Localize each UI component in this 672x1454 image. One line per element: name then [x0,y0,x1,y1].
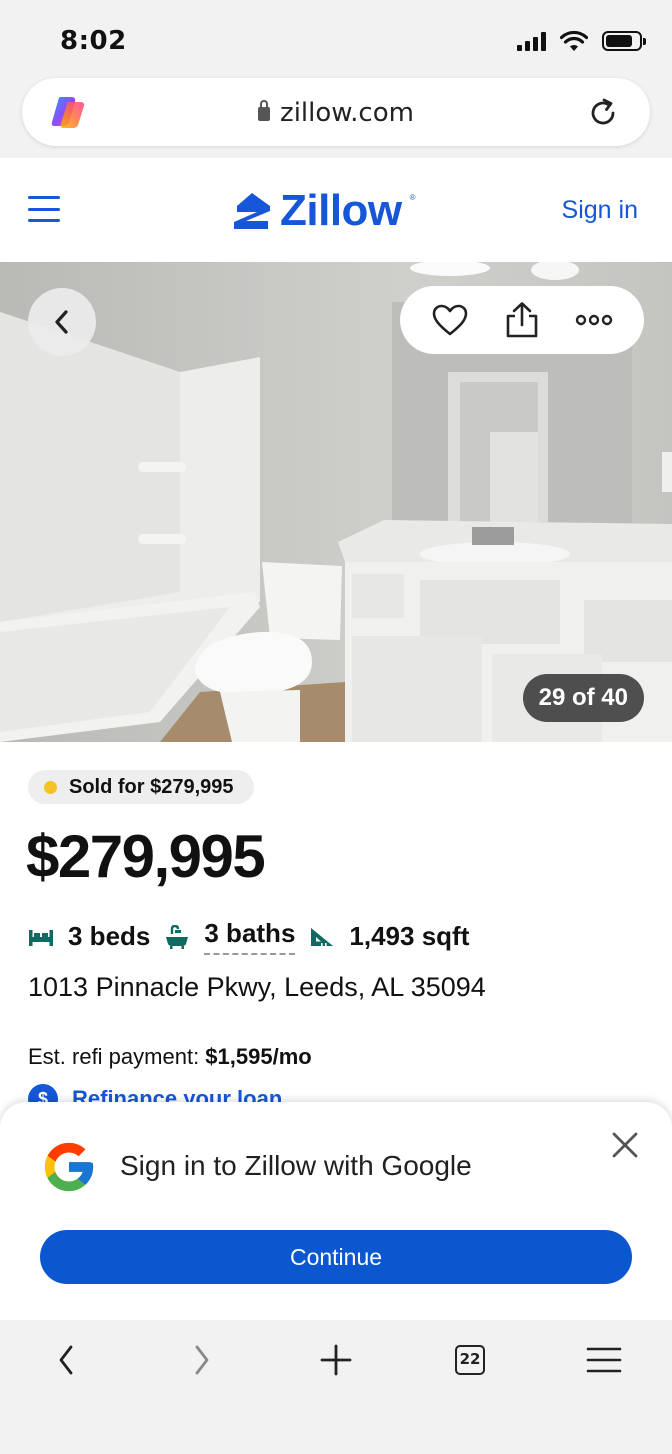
status-badge: Sold for $279,995 [28,770,254,804]
status-icons [517,30,646,52]
listing-price: $279,995 [26,823,266,890]
photo-counter: 29 of 40 [522,674,644,722]
bed-icon [29,929,53,946]
status-bar: 8:02 [0,0,672,76]
share-icon [506,302,538,338]
menu-icon [586,1347,622,1373]
status-badge-text: Sold for $279,995 [69,775,234,798]
zillow-logo-icon [234,193,270,229]
google-sheet-title: Sign in to Zillow with Google [120,1150,472,1181]
browser-back-button[interactable] [36,1338,96,1382]
more-options-button[interactable] [574,300,614,340]
browser-forward-button[interactable] [172,1338,232,1382]
listing-photo[interactable]: 29 of 40 [0,262,672,742]
refi-payment: Est. refi payment: $1,595/mo [28,1044,312,1070]
chevron-right-icon [195,1345,209,1375]
continue-button[interactable]: Continue [40,1230,632,1284]
status-time: 8:02 [60,26,127,56]
close-icon[interactable] [610,1130,640,1160]
url-text: zillow.com [280,98,414,128]
refi-value: $1,595/mo [205,1044,312,1069]
tabs-count: 22 [455,1345,485,1375]
zillow-logo[interactable]: Zillow ® [232,186,416,236]
browser-address-area: zillow.com [0,76,672,158]
beds-text: 3 beds [68,921,151,951]
back-button[interactable] [28,288,96,356]
sign-in-link[interactable]: Sign in [562,196,638,225]
status-dot-icon [44,780,57,794]
more-icon [575,314,613,326]
share-button[interactable] [502,300,542,340]
listing-facts: 3 beds 3 baths 1,493 sqft [28,918,483,955]
chevron-left-icon [55,310,68,334]
sqft-fact: 1,493 sqft [309,921,469,952]
wifi-icon [560,30,588,51]
listing-address: 1013 Pinnacle Pkwy, Leeds, AL 35094 [28,972,486,1002]
browser-menu-button[interactable] [574,1338,634,1382]
reload-icon[interactable] [586,96,620,130]
battery-icon [602,31,646,51]
lock-icon [258,100,271,121]
registered-mark: ® [409,192,416,202]
listing-actions [400,286,644,354]
site-header: Zillow ® Sign in [0,158,672,262]
url-display[interactable]: zillow.com [22,98,650,128]
google-sign-in-sheet: Sign in to Zillow with Google Continue [0,1102,672,1320]
google-logo-icon [44,1142,94,1192]
refi-label: Est. refi payment: [28,1044,206,1069]
save-button[interactable] [430,300,470,340]
new-tab-button[interactable] [306,1338,366,1382]
tabs-button[interactable]: 22 [440,1338,500,1382]
bathtub-icon [166,924,189,949]
browser-toolbar: 22 [0,1320,672,1454]
cellular-signal-icon [517,31,546,51]
heart-icon [432,304,468,336]
sqft-text: 1,493 sqft [349,921,470,951]
beds-fact: 3 beds [28,921,150,952]
chevron-left-icon [59,1345,73,1375]
baths-text: 3 baths [204,918,296,955]
ruler-triangle-icon [311,927,334,946]
zillow-logo-text: Zillow [280,186,402,235]
plus-icon [320,1344,352,1376]
baths-fact[interactable]: 3 baths [164,918,296,955]
address-bar[interactable]: zillow.com [22,78,650,146]
menu-icon[interactable] [28,196,60,222]
